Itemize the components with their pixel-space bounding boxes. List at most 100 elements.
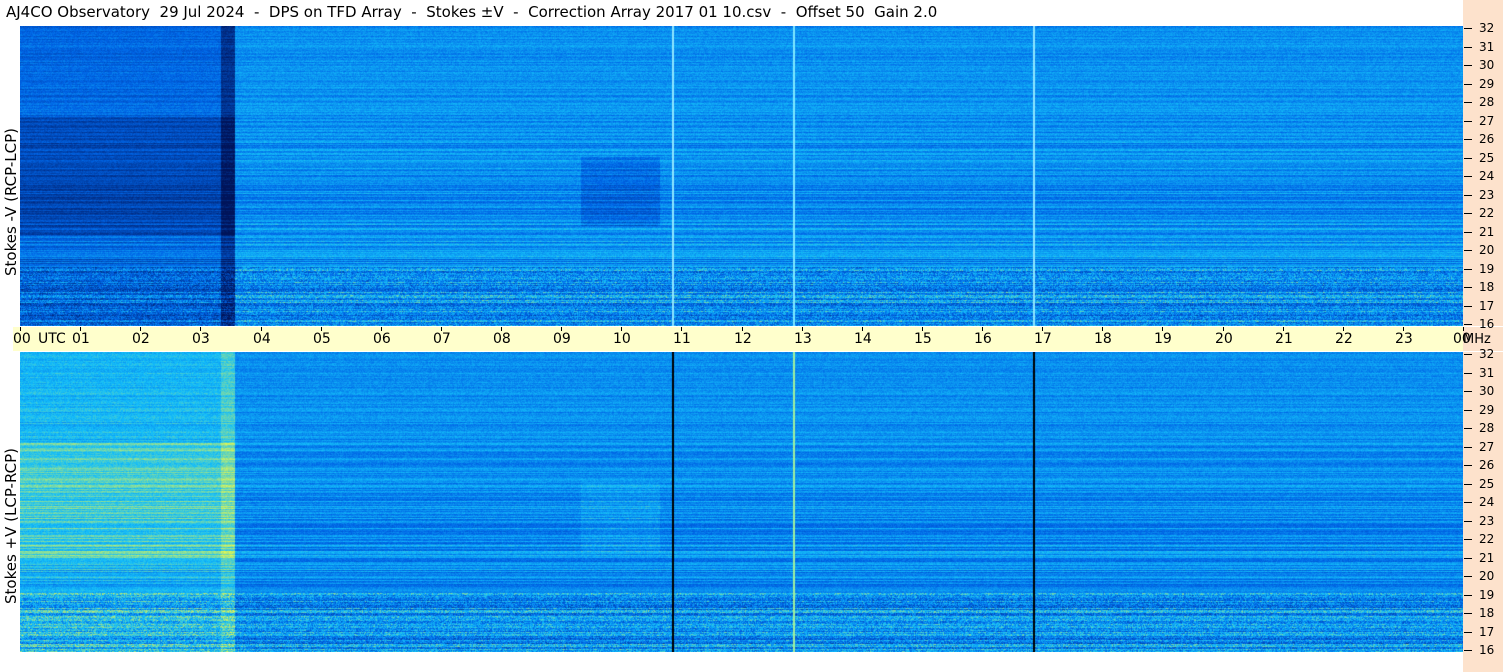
freq-tick: [1464, 502, 1472, 503]
freq-tick-label-bottom: 16: [1479, 643, 1495, 657]
freq-tick: [1464, 139, 1472, 140]
freq-tick-label-top: 28: [1479, 95, 1495, 109]
time-tick-label: 11: [673, 331, 691, 347]
freq-tick: [1464, 428, 1472, 429]
freq-tick: [1464, 232, 1472, 233]
bottom-margin: [0, 652, 1463, 672]
freq-tick-label-top: 21: [1479, 225, 1495, 239]
freq-tick-label-bottom: 23: [1479, 514, 1495, 528]
freq-tick: [1464, 354, 1472, 355]
time-tick-label: 15: [914, 331, 932, 347]
time-tick-label: 07: [433, 331, 451, 347]
time-tick-label: 08: [493, 331, 511, 347]
freq-tick-label-bottom: 29: [1479, 403, 1495, 417]
freq-tick-label-bottom: 19: [1479, 588, 1495, 602]
freq-tick: [1464, 632, 1472, 633]
freq-tick: [1464, 447, 1472, 448]
freq-tick-label-bottom: 22: [1479, 532, 1495, 546]
freq-tick-label-top: 25: [1479, 151, 1495, 165]
freq-tick-label-top: 27: [1479, 114, 1495, 128]
time-tick-label: 12: [734, 331, 752, 347]
time-tick-label: 02: [132, 331, 150, 347]
freq-tick-label-bottom: 28: [1479, 421, 1495, 435]
freq-tick: [1464, 121, 1472, 122]
time-unit-label: UTC: [38, 331, 66, 347]
freq-tick: [1464, 613, 1472, 614]
freq-tick-label-top: 19: [1479, 262, 1495, 276]
freq-tick-label-bottom: 27: [1479, 440, 1495, 454]
freq-tick: [1464, 65, 1472, 66]
freq-tick: [1464, 410, 1472, 411]
freq-tick-label-top: 29: [1479, 77, 1495, 91]
freq-tick: [1464, 558, 1472, 559]
time-tick-label: 19: [1154, 331, 1172, 347]
freq-tick: [1464, 324, 1472, 325]
spectrogram-panel-bottom: [20, 352, 1463, 652]
freq-tick: [1464, 576, 1472, 577]
time-tick-label: 20: [1215, 331, 1233, 347]
time-tick-label: 01: [72, 331, 90, 347]
panel-label-top: Stokes -V (RCP-LCP): [2, 128, 20, 276]
time-tick-label: 22: [1335, 331, 1353, 347]
freq-tick-label-top: 17: [1479, 299, 1495, 313]
time-tick-label: 17: [1034, 331, 1052, 347]
time-tick-label: 09: [553, 331, 571, 347]
time-tick-label: 04: [253, 331, 271, 347]
time-tick-label: 10: [613, 331, 631, 347]
time-tick-label: 03: [192, 331, 210, 347]
freq-tick-label-bottom: 24: [1479, 495, 1495, 509]
freq-tick-label-bottom: 30: [1479, 384, 1495, 398]
freq-tick-label-bottom: 25: [1479, 477, 1495, 491]
freq-tick-label-top: 32: [1479, 21, 1495, 35]
freq-tick-label-top: 30: [1479, 58, 1495, 72]
freq-tick: [1464, 465, 1472, 466]
freq-tick: [1464, 158, 1472, 159]
freq-tick-label-bottom: 18: [1479, 606, 1495, 620]
freq-tick-label-bottom: 26: [1479, 458, 1495, 472]
time-tick-label: 21: [1275, 331, 1293, 347]
time-tick-label: 23: [1395, 331, 1413, 347]
freq-tick: [1464, 250, 1472, 251]
freq-tick: [1464, 391, 1472, 392]
spectrogram-panel-top: [20, 26, 1463, 326]
freq-tick: [1464, 84, 1472, 85]
freq-tick-label-top: 20: [1479, 243, 1495, 257]
freq-tick: [1464, 595, 1472, 596]
time-tick-label: 18: [1094, 331, 1112, 347]
time-tick-label: 16: [974, 331, 992, 347]
freq-tick-label-top: 18: [1479, 280, 1495, 294]
freq-tick-label-top: 26: [1479, 132, 1495, 146]
freq-tick: [1464, 102, 1472, 103]
freq-tick-label-top: 24: [1479, 169, 1495, 183]
freq-tick: [1464, 650, 1472, 651]
freq-tick: [1464, 269, 1472, 270]
freq-tick-label-bottom: 32: [1479, 347, 1495, 361]
freq-tick-label-bottom: 31: [1479, 366, 1495, 380]
freq-tick: [1464, 484, 1472, 485]
freq-tick-label-top: 22: [1479, 206, 1495, 220]
freq-tick: [1464, 373, 1472, 374]
freq-tick: [1464, 521, 1472, 522]
freq-tick: [1464, 28, 1472, 29]
freq-tick: [1464, 213, 1472, 214]
panel-label-bottom: Stokes +V (LCP-RCP): [2, 448, 20, 604]
freq-tick: [1464, 287, 1472, 288]
time-tick-label: 00: [1453, 331, 1471, 347]
freq-tick-label-top: 23: [1479, 188, 1495, 202]
time-tick-label: 06: [373, 331, 391, 347]
time-tick-label: 13: [794, 331, 812, 347]
freq-tick: [1464, 195, 1472, 196]
time-tick-label: 00: [13, 331, 31, 347]
spectrogram-figure: AJ4CO Observatory 29 Jul 2024 - DPS on T…: [0, 0, 1503, 672]
freq-tick: [1464, 176, 1472, 177]
freq-tick-label-top: 16: [1479, 317, 1495, 331]
freq-tick: [1464, 539, 1472, 540]
freq-tick-label-bottom: 21: [1479, 551, 1495, 565]
chart-title: AJ4CO Observatory 29 Jul 2024 - DPS on T…: [6, 3, 938, 21]
freq-tick: [1464, 47, 1472, 48]
time-tick-label: 14: [854, 331, 872, 347]
freq-tick: [1464, 306, 1472, 307]
time-tick-label: 05: [313, 331, 331, 347]
freq-tick-label-bottom: 17: [1479, 625, 1495, 639]
freq-tick-label-top: 31: [1479, 40, 1495, 54]
